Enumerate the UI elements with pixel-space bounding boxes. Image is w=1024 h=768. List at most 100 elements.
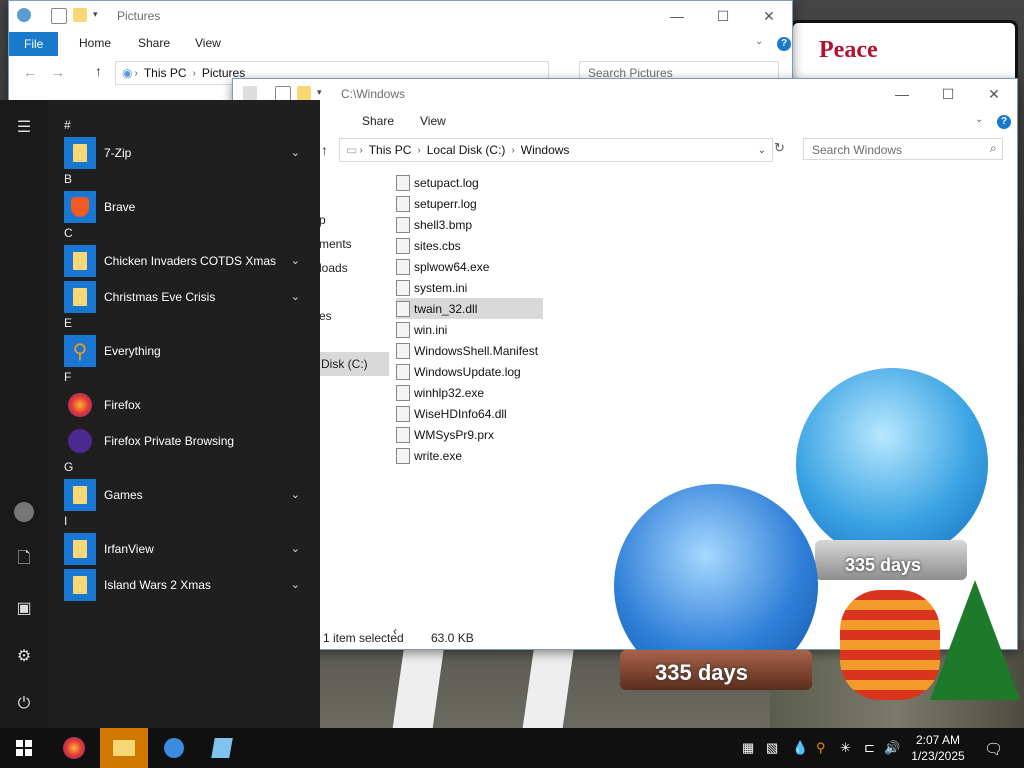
start-button[interactable]: [0, 728, 48, 768]
file-row[interactable]: shell3.bmp: [396, 214, 472, 235]
expand-ribbon-icon[interactable]: ⌄: [755, 36, 763, 47]
file-row[interactable]: win.ini: [396, 319, 447, 340]
power-icon[interactable]: ⏻: [0, 681, 48, 727]
tab-view[interactable]: View: [195, 36, 221, 50]
maximize-button[interactable]: ☐: [700, 1, 746, 31]
expand-ribbon-icon[interactable]: ⌄: [975, 114, 983, 125]
file-row[interactable]: setuperr.log: [396, 193, 477, 214]
breadcrumb-local-disk[interactable]: Local Disk (C:): [427, 143, 506, 157]
chevron-down-icon[interactable]: ⌄: [291, 578, 300, 591]
expand-menu-icon[interactable]: ☰: [0, 104, 48, 150]
new-folder-icon[interactable]: [297, 86, 311, 100]
section-letter[interactable]: C: [64, 226, 73, 240]
network-icon[interactable]: ⊏: [864, 740, 875, 756]
file-row[interactable]: system.ini: [396, 277, 467, 298]
chevron-down-icon[interactable]: ⌄: [291, 290, 300, 303]
up-arrow-icon[interactable]: ↑: [321, 142, 328, 158]
breadcrumb-windows[interactable]: Windows: [521, 143, 570, 157]
tray-snowflake-icon[interactable]: ✳: [840, 740, 851, 756]
tray-search-icon[interactable]: ⚲: [816, 740, 826, 756]
file-row[interactable]: WindowsUpdate.log: [396, 361, 521, 382]
file-row[interactable]: splwow64.exe: [396, 256, 489, 277]
tab-share[interactable]: Share: [138, 36, 170, 50]
properties-icon[interactable]: [51, 8, 67, 24]
address-dropdown-icon[interactable]: ⌄: [758, 145, 766, 156]
pictures-titlebar[interactable]: ▾ Pictures — ☐ ✕: [9, 1, 792, 31]
minimize-button[interactable]: —: [879, 79, 925, 109]
tab-home[interactable]: Home: [79, 36, 111, 50]
maximize-button[interactable]: ☐: [925, 79, 971, 109]
status-selection: 1 item selected: [323, 631, 404, 645]
breadcrumb-this-pc[interactable]: This PC: [144, 66, 187, 80]
back-arrow-icon[interactable]: ←: [23, 64, 37, 80]
documents-icon[interactable]: 🗋: [0, 537, 48, 583]
close-button[interactable]: ✕: [971, 79, 1017, 109]
search-windows-input[interactable]: Search Windows: [803, 138, 1003, 160]
chevron-down-icon[interactable]: ⌄: [291, 146, 300, 159]
start-app-item[interactable]: Firefox: [64, 388, 314, 422]
file-row[interactable]: twain_32.dll: [396, 298, 543, 319]
file-row[interactable]: WMSysPr9.prx: [396, 424, 494, 445]
close-button[interactable]: ✕: [746, 1, 792, 31]
app-name: Island Wars 2 Xmas: [104, 578, 211, 592]
nav-item-local-disk-selected[interactable]: Disk (C:): [319, 352, 389, 376]
notification-icon[interactable]: 🗨: [984, 740, 1003, 758]
chevron-down-icon[interactable]: ⌄: [291, 542, 300, 555]
volume-icon[interactable]: 🔊: [884, 740, 900, 756]
tab-view[interactable]: View: [420, 114, 446, 128]
start-app-item[interactable]: 7-Zip ⌄: [64, 136, 314, 170]
help-icon[interactable]: ?: [997, 115, 1011, 129]
section-letter[interactable]: E: [64, 316, 72, 330]
nav-item-partial[interactable]: ments: [319, 237, 352, 251]
quick-access-dropdown-icon[interactable]: ▾: [317, 87, 322, 98]
start-app-item[interactable]: Island Wars 2 Xmas ⌄: [64, 568, 314, 602]
refresh-icon[interactable]: ↻: [774, 140, 785, 156]
nav-item-partial[interactable]: p: [319, 213, 326, 227]
clock[interactable]: 2:07 AM 1/23/2025: [900, 732, 976, 764]
tab-share[interactable]: Share: [362, 114, 394, 128]
section-letter[interactable]: #: [64, 118, 71, 132]
firefox-taskbar-icon[interactable]: [50, 728, 98, 768]
tab-file[interactable]: File: [9, 32, 59, 56]
file-row[interactable]: sites.cbs: [396, 235, 461, 256]
start-app-item[interactable]: Firefox Private Browsing: [64, 424, 314, 458]
section-letter[interactable]: I: [64, 514, 67, 528]
file-row[interactable]: WiseHDInfo64.dll: [396, 403, 507, 424]
notepad-taskbar-icon[interactable]: [198, 728, 246, 768]
tray-drop-icon[interactable]: 💧: [792, 740, 808, 756]
nav-item-partial[interactable]: loads: [319, 261, 348, 275]
file-explorer-taskbar-icon[interactable]: [100, 728, 148, 768]
nav-item-partial[interactable]: es: [319, 309, 332, 323]
search-icon[interactable]: ⌕: [990, 141, 997, 156]
up-arrow-icon[interactable]: ↑: [95, 63, 102, 79]
start-app-item[interactable]: Chicken Invaders COTDS Xmas ⌄: [64, 244, 314, 278]
minimize-button[interactable]: —: [654, 1, 700, 31]
start-app-item[interactable]: IrfanView ⌄: [64, 532, 314, 566]
section-letter[interactable]: B: [64, 172, 72, 186]
start-app-item[interactable]: Brave: [64, 190, 314, 224]
file-row[interactable]: setupact.log: [396, 172, 479, 193]
windows-titlebar[interactable]: ▾ C:\Windows — ☐ ✕: [233, 79, 1017, 109]
windows-address-bar[interactable]: ▭ › This PC › Local Disk (C:) › Windows …: [339, 138, 773, 162]
start-app-item[interactable]: ⚲ Everything: [64, 334, 314, 368]
help-icon[interactable]: ?: [777, 37, 791, 51]
start-app-item[interactable]: Christmas Eve Crisis ⌄: [64, 280, 314, 314]
tray-app-icon[interactable]: ▦: [742, 740, 754, 756]
file-row[interactable]: winhlp32.exe: [396, 382, 484, 403]
file-row[interactable]: write.exe: [396, 445, 462, 466]
forward-arrow-icon[interactable]: →: [51, 64, 65, 80]
section-letter[interactable]: F: [64, 370, 71, 384]
section-letter[interactable]: G: [64, 460, 73, 474]
breadcrumb-this-pc[interactable]: This PC: [369, 143, 412, 157]
user-account-icon[interactable]: [0, 489, 48, 535]
quick-access-dropdown-icon[interactable]: ▾: [93, 9, 98, 20]
file-row[interactable]: WindowsShell.Manifest: [396, 340, 538, 361]
pictures-icon[interactable]: ▣: [0, 585, 48, 631]
chevron-down-icon[interactable]: ⌄: [291, 488, 300, 501]
network-app-taskbar-icon[interactable]: [150, 728, 198, 768]
settings-gear-icon[interactable]: ⚙: [0, 633, 48, 679]
chevron-down-icon[interactable]: ⌄: [291, 254, 300, 267]
tray-app-icon[interactable]: ▧: [766, 740, 778, 756]
new-folder-icon[interactable]: [73, 8, 87, 22]
start-app-item[interactable]: Games ⌄: [64, 478, 314, 512]
